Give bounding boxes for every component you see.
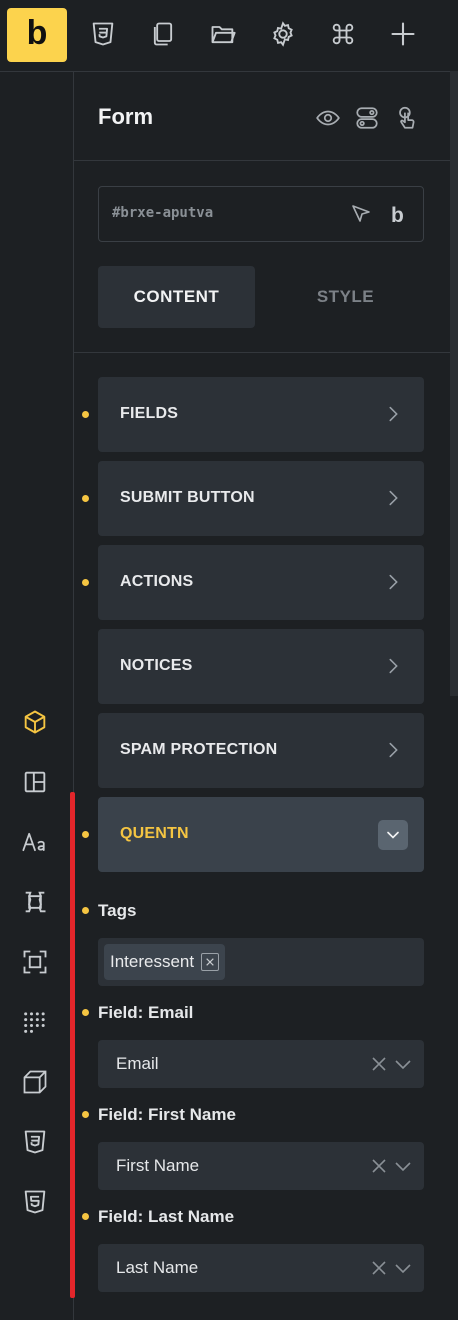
html5-icon[interactable]	[21, 1188, 49, 1216]
firstname-modified-dot	[82, 1111, 89, 1118]
chevron-right-icon	[382, 403, 404, 425]
toggle-icon[interactable]	[354, 105, 380, 131]
svg-text:b: b	[391, 204, 404, 226]
clear-icon[interactable]	[370, 1157, 388, 1175]
tabs-divider	[74, 352, 450, 353]
select-value: First Name	[116, 1156, 200, 1175]
section-actions[interactable]: ACTIONS	[98, 545, 424, 620]
pointer-hand-icon[interactable]	[393, 105, 419, 131]
element-panel: Form #brxe-aputva b CONTENT STYLE FIELDS…	[74, 71, 450, 1320]
clear-icon[interactable]	[370, 1259, 388, 1277]
section-fields[interactable]: FIELDS	[98, 377, 424, 452]
lastname-modified-dot	[82, 1213, 89, 1220]
chevron-down-icon[interactable]	[378, 820, 408, 850]
tags-modified-dot	[82, 907, 89, 914]
eye-icon[interactable]	[315, 105, 341, 131]
clear-icon[interactable]	[370, 1055, 388, 1073]
cursor-select-icon[interactable]	[349, 202, 373, 226]
top-toolbar: b	[0, 0, 458, 72]
chevron-down-icon[interactable]	[394, 1157, 412, 1175]
field-first-name-label: Field: First Name	[98, 1105, 236, 1124]
folder-icon[interactable]	[209, 20, 237, 48]
actions-modified-dot	[82, 579, 89, 586]
select-value: Email	[116, 1054, 159, 1073]
section-notices[interactable]: NOTICES	[98, 629, 424, 704]
panel-scrollbar[interactable]	[450, 71, 458, 696]
logo-letter: b	[26, 14, 48, 52]
tags-input[interactable]: Interessent	[98, 938, 424, 986]
tab-style[interactable]: STYLE	[267, 266, 424, 328]
quentn-modified-dot	[82, 831, 89, 838]
grid-dots-icon[interactable]	[21, 1008, 49, 1036]
chevron-right-icon	[382, 487, 404, 509]
left-rail	[0, 71, 74, 1320]
field-last-name-label: Field: Last Name	[98, 1207, 235, 1226]
header-divider	[74, 160, 450, 161]
tag-chip: Interessent	[104, 944, 226, 980]
css3-icon[interactable]	[89, 20, 117, 48]
settings-gear-icon[interactable]	[269, 20, 297, 48]
email-modified-dot	[82, 1009, 89, 1016]
chevron-right-icon	[382, 739, 404, 761]
tags-label: Tags	[98, 901, 137, 920]
field-email-label: Field: Email	[98, 1003, 194, 1022]
tag-label: Interessent	[110, 952, 195, 971]
bricks-logo-button[interactable]: b	[7, 8, 67, 62]
pages-icon[interactable]	[149, 20, 177, 48]
remove-tag-icon[interactable]	[201, 953, 220, 971]
section-label: ACTIONS	[120, 573, 194, 590]
chevron-right-icon	[382, 655, 404, 677]
frame-icon[interactable]	[21, 948, 49, 976]
layout-icon[interactable]	[21, 768, 49, 796]
chevron-down-icon[interactable]	[394, 1259, 412, 1277]
panel-title: Form	[98, 104, 153, 129]
section-label: SPAM PROTECTION	[120, 741, 278, 758]
section-spam-protection[interactable]: SPAM PROTECTION	[98, 713, 424, 788]
element-id-text: #brxe-aputva	[112, 205, 214, 221]
command-icon[interactable]	[329, 20, 357, 48]
section-quentn[interactable]: QUENTN	[98, 797, 424, 872]
elements-cube-icon[interactable]	[21, 708, 49, 736]
section-label: NOTICES	[120, 657, 193, 674]
plus-icon[interactable]	[389, 20, 417, 48]
bricks-b-icon[interactable]: b	[387, 202, 411, 227]
field-email-select[interactable]: Email	[98, 1040, 424, 1088]
field-last-name-select[interactable]: Last Name	[98, 1244, 424, 1292]
fields-modified-dot	[82, 411, 89, 418]
components-icon[interactable]	[21, 888, 49, 916]
box-3d-icon[interactable]	[21, 1068, 49, 1096]
section-label: SUBMIT BUTTON	[120, 489, 255, 506]
section-submit-button[interactable]: SUBMIT BUTTON	[98, 461, 424, 536]
chevron-down-icon[interactable]	[394, 1055, 412, 1073]
field-first-name-select[interactable]: First Name	[98, 1142, 424, 1190]
typography-icon[interactable]	[21, 828, 49, 856]
submit-modified-dot	[82, 495, 89, 502]
element-id-field[interactable]: #brxe-aputva b	[98, 186, 424, 242]
css3-icon[interactable]	[21, 1128, 49, 1156]
tab-content[interactable]: CONTENT	[98, 266, 255, 328]
select-value: Last Name	[116, 1258, 199, 1277]
chevron-right-icon	[382, 571, 404, 593]
section-label: FIELDS	[120, 405, 179, 422]
section-label: QUENTN	[120, 825, 189, 842]
